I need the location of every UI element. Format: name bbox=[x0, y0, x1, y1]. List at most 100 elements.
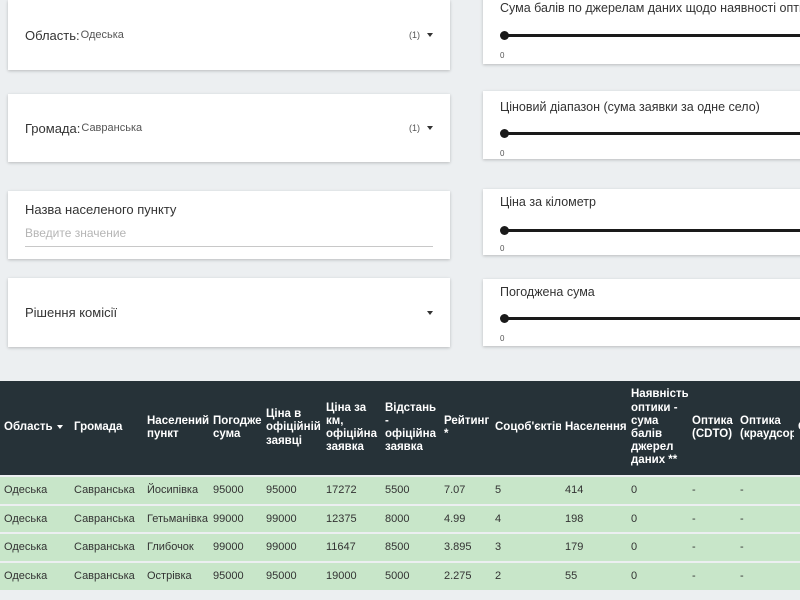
table-cell: 95000 bbox=[209, 475, 262, 505]
table-cell: 4 bbox=[491, 503, 561, 533]
table-cell: 19000 bbox=[322, 560, 381, 590]
table-cell: - bbox=[688, 532, 736, 562]
slider-handle[interactable] bbox=[500, 226, 509, 235]
table-cell bbox=[794, 475, 800, 505]
table-cell: 12375 bbox=[322, 503, 381, 533]
slider-handle[interactable] bbox=[500, 129, 509, 138]
table-cell: Савранська bbox=[70, 560, 143, 590]
table-row[interactable]: Одеська Савранська Гетьманівка 99000 99000 12… bbox=[0, 503, 800, 533]
slider-track[interactable] bbox=[504, 229, 800, 232]
table-cell: 179 bbox=[561, 532, 627, 562]
price-range-slider-title: Ціновий діапазон (сума заявки за одне се… bbox=[500, 100, 760, 114]
table-cell: 95000 bbox=[262, 475, 322, 505]
table-cell: Одеська bbox=[0, 532, 70, 562]
column-header-optics-score[interactable]: Наявність оптики - сума балів джерел дан… bbox=[627, 381, 688, 476]
column-header-truncated[interactable]: С bbox=[794, 381, 800, 476]
table-cell: 0 bbox=[627, 560, 688, 590]
optics-score-slider-card: Сума балів по джерелам даних щодо наявно… bbox=[483, 0, 800, 64]
table-cell: - bbox=[688, 475, 736, 505]
table-cell: Йосипівка bbox=[143, 475, 209, 505]
oblast-filter-value: Одеська bbox=[80, 29, 124, 41]
column-header-rating[interactable]: Рейтинг * bbox=[440, 381, 491, 476]
table-cell: 99000 bbox=[262, 532, 322, 562]
slider-track[interactable] bbox=[504, 132, 800, 135]
table-cell: - bbox=[736, 560, 794, 590]
optics-score-slider-title: Сума балів по джерелам даних щодо наявно… bbox=[500, 1, 800, 15]
table-cell: Савранська bbox=[70, 532, 143, 562]
column-header-hromada[interactable]: Громада bbox=[70, 381, 143, 476]
slider-min-value: 0 bbox=[500, 51, 505, 60]
table-cell: 0 bbox=[627, 475, 688, 505]
table-cell: Гетьманівка bbox=[143, 503, 209, 533]
chevron-down-icon[interactable] bbox=[427, 33, 433, 37]
chevron-down-icon[interactable] bbox=[427, 310, 433, 315]
table-cell: 198 bbox=[561, 503, 627, 533]
slider-handle[interactable] bbox=[500, 31, 509, 40]
table-cell: - bbox=[736, 503, 794, 533]
table-cell: 4.99 bbox=[440, 503, 491, 533]
commission-decision-label: Рішення комісії bbox=[25, 305, 118, 320]
table-cell: 99000 bbox=[262, 503, 322, 533]
column-header-oblast[interactable]: Область bbox=[0, 381, 70, 476]
results-table-container: Область Громада Населений пункт Погоджен… bbox=[0, 381, 800, 600]
slider-min-value: 0 bbox=[500, 244, 505, 253]
commission-decision-filter[interactable]: Рішення комісії bbox=[8, 278, 450, 347]
dashboard: Область: Одеська (1) Громада: Савранська… bbox=[0, 0, 800, 600]
table-row[interactable]: Одеська Савранська Острівка 95000 95000 19000… bbox=[0, 560, 800, 590]
settlement-name-label: Назва населеного пункту bbox=[25, 202, 177, 217]
hromada-filter[interactable]: Громада: Савранська (1) bbox=[8, 94, 450, 162]
hromada-filter-value: Савранська bbox=[81, 122, 143, 134]
table-cell: 17272 bbox=[322, 475, 381, 505]
column-header-social-objects[interactable]: Соцоб'єктів bbox=[491, 381, 561, 476]
table-cell: - bbox=[688, 503, 736, 533]
table-cell: Одеська bbox=[0, 475, 70, 505]
column-header-approved-sum[interactable]: Погоджена сума bbox=[209, 381, 262, 476]
price-per-km-slider-title: Ціна за кілометр bbox=[500, 195, 596, 209]
table-cell: 55 bbox=[561, 560, 627, 590]
column-header-settlement[interactable]: Населений пункт bbox=[143, 381, 209, 476]
table-row[interactable]: Одеська Савранська Йосипівка 95000 95000 1727… bbox=[0, 475, 800, 505]
results-table: Область Громада Населений пункт Погоджен… bbox=[0, 381, 800, 590]
table-cell: Глибочок bbox=[143, 532, 209, 562]
table-cell: 0 bbox=[627, 503, 688, 533]
chevron-down-icon[interactable] bbox=[427, 126, 433, 130]
approved-sum-slider-title: Погоджена сума bbox=[500, 285, 595, 299]
table-cell: 11647 bbox=[322, 532, 381, 562]
column-header-population[interactable]: Населення bbox=[561, 381, 627, 476]
sort-caret-icon[interactable] bbox=[56, 425, 63, 430]
table-cell: 5 bbox=[491, 475, 561, 505]
column-header-label: Область bbox=[4, 421, 53, 434]
table-cell: 99000 bbox=[209, 532, 262, 562]
table-cell: 99000 bbox=[209, 503, 262, 533]
slider-track[interactable] bbox=[504, 317, 800, 320]
price-per-km-slider-card: Ціна за кілометр 0 bbox=[483, 189, 800, 255]
table-cell: 5000 bbox=[381, 560, 440, 590]
oblast-filter[interactable]: Область: Одеська (1) bbox=[8, 0, 450, 70]
settlement-name-filter: Назва населеного пункту bbox=[8, 191, 450, 259]
table-cell: Одеська bbox=[0, 503, 70, 533]
column-header-price-per-km[interactable]: Ціна за км, офіційна заявка bbox=[322, 381, 381, 476]
settlement-name-input[interactable] bbox=[25, 226, 433, 247]
table-cell bbox=[794, 532, 800, 562]
table-cell: Острівка bbox=[143, 560, 209, 590]
table-cell: 2 bbox=[491, 560, 561, 590]
hromada-filter-count: (1) bbox=[409, 123, 420, 133]
slider-handle[interactable] bbox=[500, 314, 509, 323]
column-header-official-price[interactable]: Ціна в офіційній заявці bbox=[262, 381, 322, 476]
oblast-filter-count: (1) bbox=[409, 30, 420, 40]
column-header-optics-cdto[interactable]: Оптика (CDTO) bbox=[688, 381, 736, 476]
oblast-filter-label: Область: bbox=[25, 27, 80, 43]
table-cell: - bbox=[736, 532, 794, 562]
column-header-distance[interactable]: Відстань - офіційна заявка bbox=[381, 381, 440, 476]
table-cell: Одеська bbox=[0, 560, 70, 590]
table-row[interactable]: Одеська Савранська Глибочок 99000 99000 11647… bbox=[0, 532, 800, 562]
slider-track[interactable] bbox=[504, 34, 800, 37]
table-cell: 2.275 bbox=[440, 560, 491, 590]
column-header-optics-crowdsourcing[interactable]: Оптика (краудсорсинг) bbox=[736, 381, 794, 476]
table-cell: 414 bbox=[561, 475, 627, 505]
price-range-slider-card: Ціновий діапазон (сума заявки за одне се… bbox=[483, 91, 800, 159]
table-cell: 3 bbox=[491, 532, 561, 562]
approved-sum-slider-card: Погоджена сума 0 bbox=[483, 279, 800, 346]
table-cell: Савранська bbox=[70, 503, 143, 533]
table-cell: - bbox=[688, 560, 736, 590]
